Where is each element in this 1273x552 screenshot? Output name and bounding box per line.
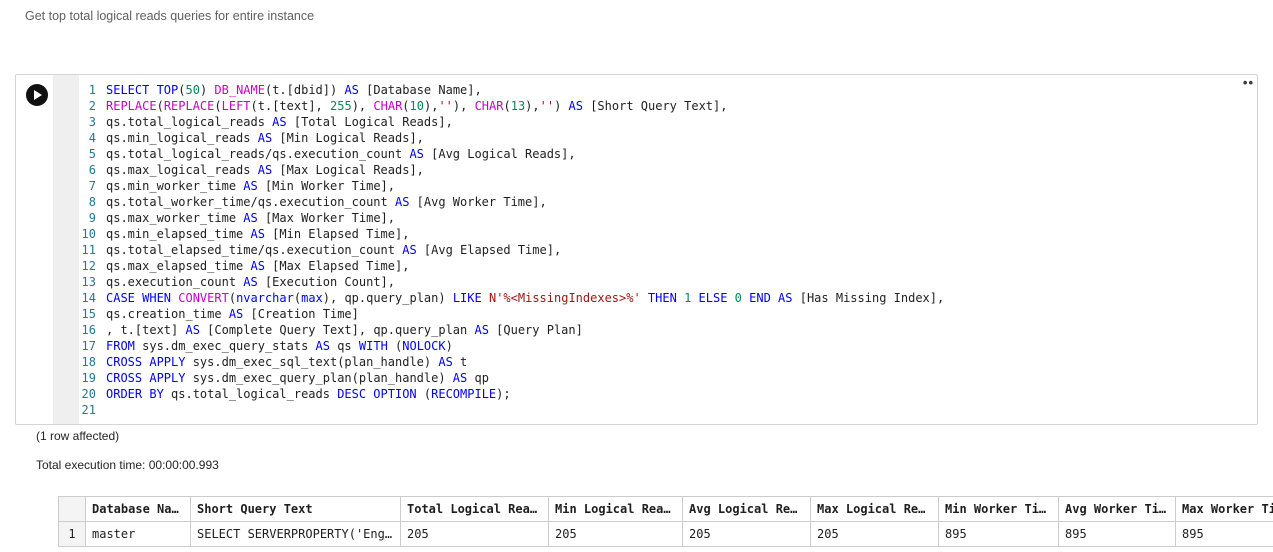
line-number: 6 <box>88 163 96 177</box>
code-line-text: qs.min_elapsed_time AS [Min Elapsed Time… <box>106 227 410 241</box>
code-line: 17 FROM sys.dm_exec_query_stats AS qs WIT… <box>68 338 1253 354</box>
line-number: 7 <box>88 179 96 193</box>
code-line: 18 CROSS APPLY sys.dm_exec_sql_text(plan_… <box>68 354 1253 370</box>
code-line: 5 qs.total_logical_reads/qs.execution_cou… <box>68 146 1253 162</box>
code-line-text: CROSS APPLY sys.dm_exec_query_plan(plan_… <box>106 371 489 385</box>
code-line: 11 qs.total_elapsed_time/qs.execution_cou… <box>68 242 1253 258</box>
data-cell[interactable]: 205 <box>400 521 549 547</box>
code-line-text: qs.total_logical_reads AS [Total Logical… <box>106 115 453 129</box>
data-cell[interactable]: 895 <box>1058 521 1176 547</box>
line-number: 20 <box>81 387 96 401</box>
column-header[interactable]: Database Name <box>85 496 191 522</box>
code-line-text: FROM sys.dm_exec_query_stats AS qs WITH … <box>106 339 453 353</box>
line-number: 2 <box>88 99 96 113</box>
code-line-text: qs.execution_count AS [Execution Count], <box>106 275 396 289</box>
code-line: 13 qs.execution_count AS [Execution Count… <box>68 274 1253 290</box>
table-row: 1 master SELECT SERVERPROPERTY('Eng… 205 205… <box>58 521 1273 547</box>
code-line-text: qs.max_elapsed_time AS [Max Elapsed Time… <box>106 259 410 273</box>
code-line-text: SELECT TOP(50) DB_NAME(t.[dbid]) AS [Dat… <box>106 83 482 97</box>
data-cell[interactable]: 205 <box>682 521 811 547</box>
code-line-text: qs.min_logical_reads AS [Min Logical Rea… <box>106 131 424 145</box>
code-line-text: , t.[text] AS [Complete Query Text], qp.… <box>106 323 583 337</box>
code-line-text: REPLACE(REPLACE(LEFT(t.[text], 255), CHA… <box>106 99 728 113</box>
line-number: 21 <box>81 403 96 417</box>
code-line: 3 qs.total_logical_reads AS [Total Logica… <box>68 114 1253 130</box>
code-line: 21 <box>68 402 1253 418</box>
data-cell[interactable]: 205 <box>548 521 683 547</box>
code-line: 6 qs.max_logical_reads AS [Max Logical Re… <box>68 162 1253 178</box>
code-line-text: qs.min_worker_time AS [Min Worker Time], <box>106 179 396 193</box>
code-line-text: ORDER BY qs.total_logical_reads DESC OPT… <box>106 387 511 401</box>
line-number: 10 <box>81 227 96 241</box>
line-number: 3 <box>88 115 96 129</box>
corner-cell <box>58 496 86 522</box>
line-number: 1 <box>88 83 96 97</box>
line-number: 12 <box>81 259 96 273</box>
column-header[interactable]: Min Worker Time <box>938 496 1059 522</box>
code-line-text: qs.max_logical_reads AS [Max Logical Rea… <box>106 163 424 177</box>
code-line: 16 , t.[text] AS [Complete Query Text], q… <box>68 322 1253 338</box>
data-cell[interactable]: master <box>85 521 191 547</box>
code-line: 20 ORDER BY qs.total_logical_reads DESC O… <box>68 386 1253 402</box>
results-grid: Database Name Short Query Text Total Logic… <box>58 496 1273 552</box>
line-number: 15 <box>81 307 96 321</box>
header-row: Database Name Short Query Text Total Logic… <box>58 496 1273 522</box>
column-header[interactable]: Avg Logical Reads <box>682 496 811 522</box>
column-header[interactable]: Max Logical Reads <box>810 496 939 522</box>
page-title: Get top total logical reads queries for … <box>25 9 315 23</box>
code-line: 14 CASE WHEN CONVERT(nvarchar(max), qp.qu… <box>68 290 1253 306</box>
results-table: Database Name Short Query Text Total Logic… <box>58 496 1273 547</box>
code-line: 8 qs.total_worker_time/qs.execution_count… <box>68 194 1253 210</box>
code-line: 7 qs.min_worker_time AS [Min Worker Time]… <box>68 178 1253 194</box>
line-number: 5 <box>88 147 96 161</box>
code-line-text: qs.max_worker_time AS [Max Worker Time], <box>106 211 396 225</box>
column-header[interactable]: Total Logical Reads <box>400 496 549 522</box>
code-line-text: CROSS APPLY sys.dm_exec_sql_text(plan_ha… <box>106 355 468 369</box>
code-line-text: qs.total_elapsed_time/qs.execution_count… <box>106 243 562 257</box>
code-line: 9 qs.max_worker_time AS [Max Worker Time]… <box>68 210 1253 226</box>
code-line-text: CASE WHEN CONVERT(nvarchar(max), qp.quer… <box>106 291 945 305</box>
data-cell[interactable]: 895 <box>938 521 1059 547</box>
line-number: 16 <box>81 323 96 337</box>
play-icon <box>34 90 42 100</box>
code-line: 15 qs.creation_time AS [Creation Time] <box>68 306 1253 322</box>
code-line: 4 qs.min_logical_reads AS [Min Logical Re… <box>68 130 1253 146</box>
code-line: 1 SELECT TOP(50) DB_NAME(t.[dbid]) AS [Da… <box>68 82 1253 98</box>
execution-time-message: Total execution time: 00:00:00.993 <box>36 458 219 472</box>
code-line: 19 CROSS APPLY sys.dm_exec_query_plan(pla… <box>68 370 1253 386</box>
data-cell[interactable]: 895 <box>1175 521 1273 547</box>
code-line: 12 qs.max_elapsed_time AS [Max Elapsed Ti… <box>68 258 1253 274</box>
code-line-text: qs.total_worker_time/qs.execution_count … <box>106 195 547 209</box>
line-number: 18 <box>81 355 96 369</box>
line-number: 17 <box>81 339 96 353</box>
code-line: 2 REPLACE(REPLACE(LEFT(t.[text], 255), CH… <box>68 98 1253 114</box>
row-number-cell[interactable]: 1 <box>58 521 86 547</box>
rows-affected-message: (1 row affected) <box>36 429 120 443</box>
line-number: 19 <box>81 371 96 385</box>
code-cell: •• 1 SELECT TOP(50) DB_NAME(t.[dbid]) AS … <box>15 74 1258 425</box>
code-editor[interactable]: 1 SELECT TOP(50) DB_NAME(t.[dbid]) AS [Da… <box>68 82 1253 420</box>
line-number: 13 <box>81 275 96 289</box>
line-number: 8 <box>88 195 96 209</box>
column-header[interactable]: Max Worker Time <box>1175 496 1273 522</box>
column-header[interactable]: Min Logical Reads <box>548 496 683 522</box>
line-number: 11 <box>81 243 96 257</box>
code-line: 10 qs.min_elapsed_time AS [Min Elapsed Ti… <box>68 226 1253 242</box>
data-cell[interactable]: 205 <box>810 521 939 547</box>
column-header[interactable]: Avg Worker Time <box>1058 496 1176 522</box>
column-header[interactable]: Short Query Text <box>190 496 401 522</box>
line-number: 4 <box>88 131 96 145</box>
data-cell[interactable]: SELECT SERVERPROPERTY('Eng… <box>190 521 401 547</box>
code-line-text: qs.creation_time AS [Creation Time] <box>106 307 359 321</box>
line-number: 9 <box>88 211 96 225</box>
line-number: 14 <box>81 291 96 305</box>
code-line-text: qs.total_logical_reads/qs.execution_coun… <box>106 147 576 161</box>
run-cell-button[interactable] <box>26 84 48 106</box>
